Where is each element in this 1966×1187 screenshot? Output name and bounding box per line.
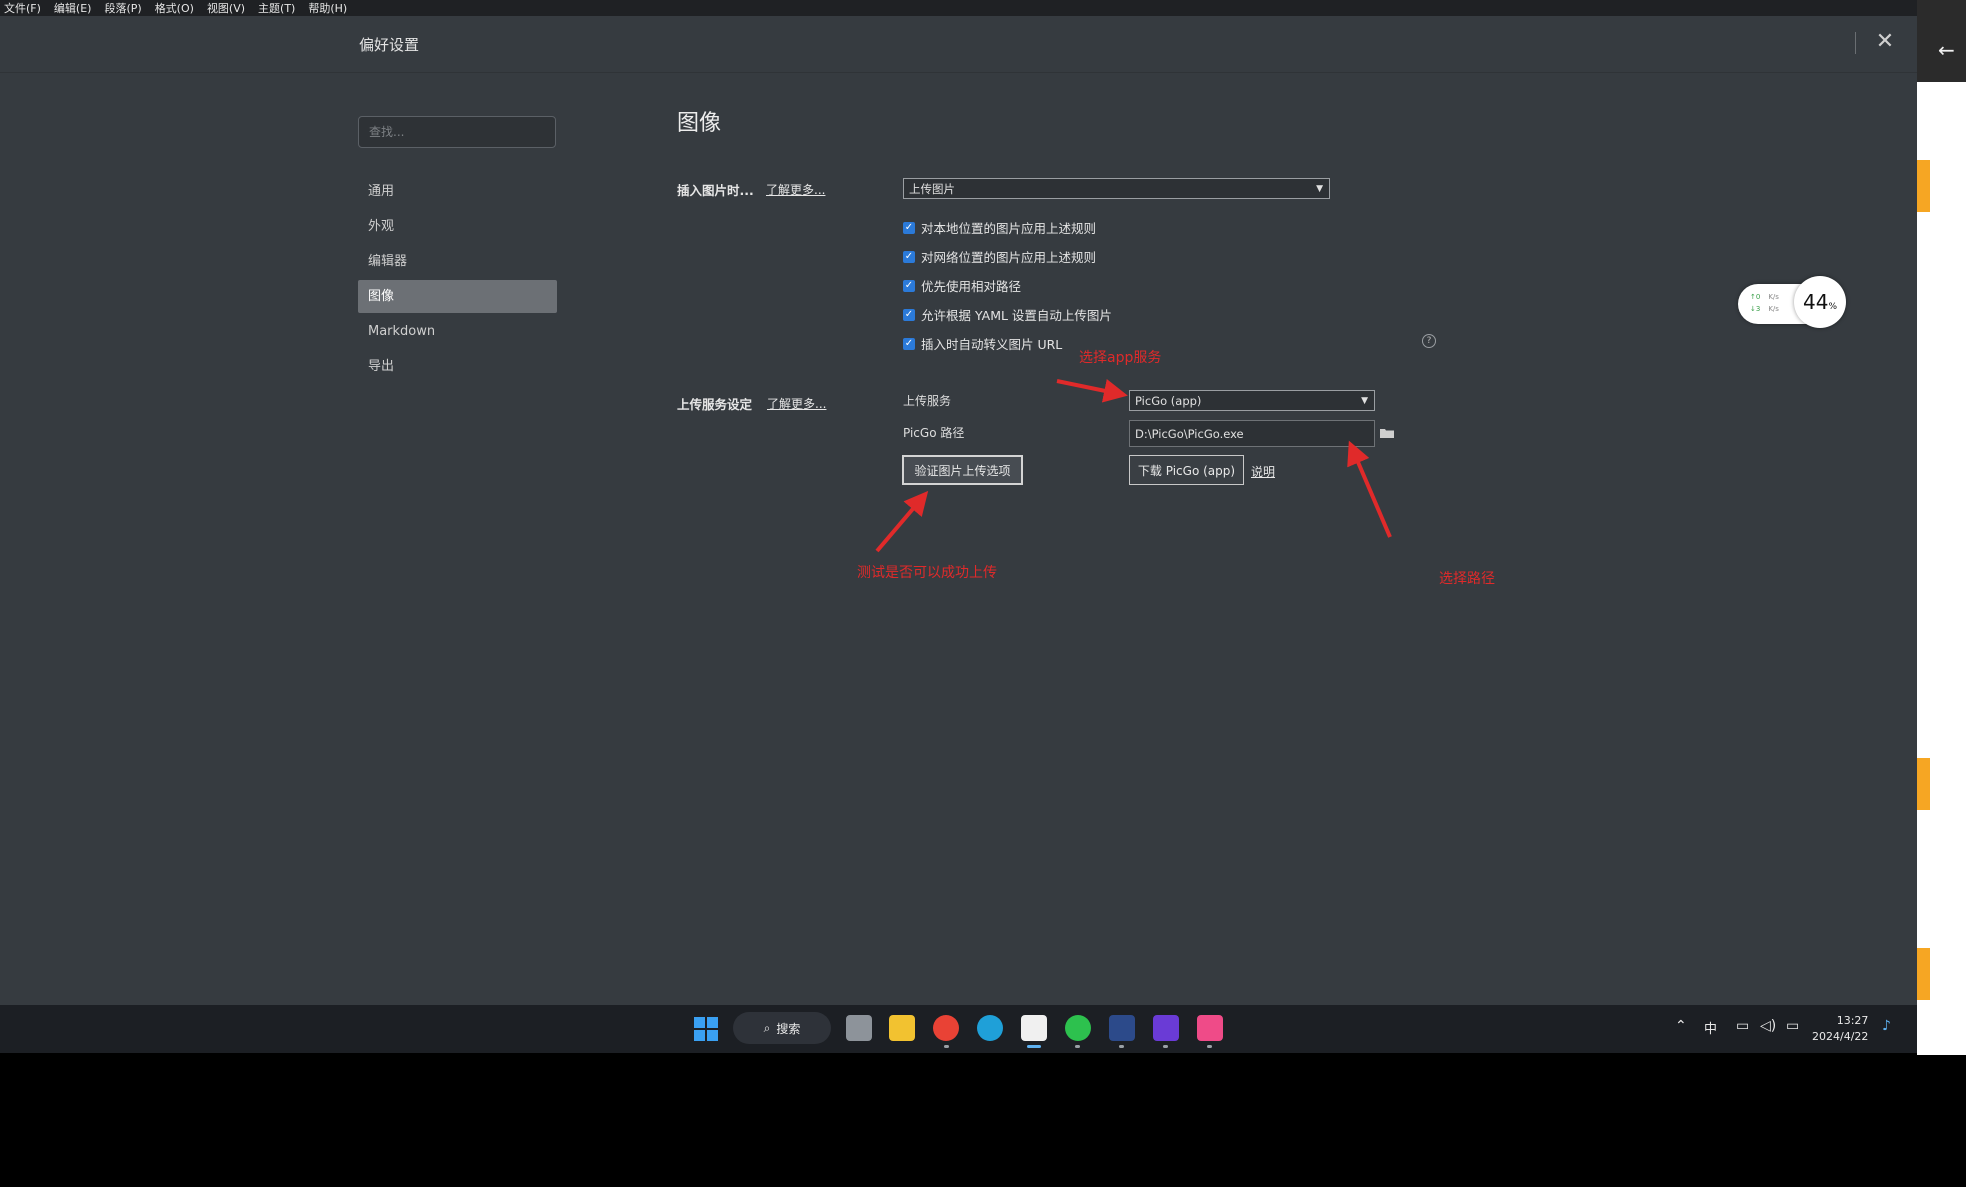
checkbox-local-images[interactable]: ✓ 对本地位置的图片应用上述规则 <box>903 218 1096 237</box>
running-indicator <box>1119 1045 1124 1048</box>
close-icon[interactable]: ✕ <box>1871 28 1899 56</box>
network-up-readout: ↑0 K/s <box>1750 293 1779 301</box>
orange-tab <box>1917 160 1930 212</box>
menu-theme[interactable]: 主题(T) <box>258 0 295 16</box>
checkbox-relative-path[interactable]: ✓ 优先使用相对路径 <box>903 276 1021 295</box>
sidebar-item-appearance[interactable]: 外观 <box>358 210 557 243</box>
task-view-icon[interactable] <box>846 1015 872 1041</box>
windows-start-icon[interactable] <box>694 1017 718 1041</box>
network-down-readout: ↓3 K/s <box>1750 305 1779 313</box>
picgo-path-value: D:\PicGo\PicGo.exe <box>1135 426 1244 441</box>
cpu-usage-gauge: 44% <box>1794 276 1846 328</box>
insert-image-label: 插入图片时... <box>677 183 754 198</box>
sidebar-item-general[interactable]: 通用 <box>358 175 557 208</box>
checkbox-escape-url[interactable]: ✓ 插入时自动转义图片 URL <box>903 334 1062 353</box>
taskbar-search-label: 搜索 <box>776 1021 801 1036</box>
ime-indicator[interactable]: 中 <box>1704 1018 1717 1037</box>
menu-format[interactable]: 格式(O) <box>155 0 194 16</box>
insert-learn-more-link[interactable]: 了解更多... <box>766 181 825 198</box>
app-icon[interactable] <box>1109 1015 1135 1041</box>
browser-panel <box>1917 0 1966 1055</box>
preferences-window: 偏好设置 ✕ <box>0 16 1917 1005</box>
sidebar-item-export[interactable]: 导出 <box>358 350 557 383</box>
checkbox-checked-icon[interactable]: ✓ <box>903 250 915 263</box>
sidebar-nav: 通用 外观 编辑器 图像 Markdown 导出 <box>358 175 557 385</box>
bell-icon[interactable]: ♪ <box>1882 1018 1891 1034</box>
header-divider <box>1855 32 1856 54</box>
checkbox-label: 对网络位置的图片应用上述规则 <box>921 250 1097 265</box>
download-picgo-button[interactable]: 下载 PicGo (app) <box>1129 455 1244 485</box>
running-indicator <box>944 1045 949 1048</box>
menu-paragraph[interactable]: 段落(P) <box>104 0 141 16</box>
typora-icon[interactable] <box>1021 1015 1047 1041</box>
annotation-select-path: 选择路径 <box>1439 571 1495 587</box>
sidebar-item-markdown[interactable]: Markdown <box>358 315 557 348</box>
picgo-path-label: PicGo 路径 <box>903 426 965 440</box>
clock-time: 13:27 <box>1836 1014 1869 1027</box>
search-icon: ⌕ <box>763 1020 771 1035</box>
upload-service-label: 上传服务 <box>903 394 952 408</box>
search-input[interactable] <box>358 116 556 148</box>
chevron-up-icon[interactable]: ⌃ <box>1675 1018 1687 1034</box>
menu-help[interactable]: 帮助(H) <box>308 0 347 16</box>
menu-file[interactable]: 文件(F) <box>4 0 41 16</box>
orange-tab <box>1917 758 1930 810</box>
upload-learn-more-link[interactable]: 了解更多... <box>767 395 826 412</box>
checkbox-label: 插入时自动转义图片 URL <box>921 337 1063 352</box>
wechat-icon[interactable] <box>1065 1015 1091 1041</box>
checkbox-label: 对本地位置的图片应用上述规则 <box>921 221 1097 236</box>
instructions-link[interactable]: 说明 <box>1251 463 1275 480</box>
menu-edit[interactable]: 编辑(E) <box>54 0 92 16</box>
bilibili-icon[interactable] <box>1197 1015 1223 1041</box>
checkbox-label: 允许根据 YAML 设置自动上传图片 <box>921 308 1112 323</box>
chrome-icon[interactable] <box>933 1015 959 1041</box>
upload-service-select[interactable]: PicGo (app) ▼ <box>1129 390 1375 411</box>
preferences-header: 偏好设置 ✕ <box>0 16 1917 73</box>
volume-icon[interactable]: ◁) <box>1760 1018 1776 1034</box>
running-indicator <box>1207 1045 1212 1048</box>
insert-action-value: 上传图片 <box>909 181 955 196</box>
star-app-icon[interactable] <box>1153 1015 1179 1041</box>
clock-date: 2024/4/22 <box>1812 1030 1869 1043</box>
insert-action-select[interactable]: 上传图片 ▼ <box>903 178 1330 199</box>
annotation-test-upload: 测试是否可以成功上传 <box>857 565 997 581</box>
chevron-down-icon: ▼ <box>1316 183 1323 194</box>
verify-upload-button[interactable]: 验证图片上传选项 <box>902 455 1023 485</box>
active-indicator <box>1027 1045 1041 1048</box>
checkbox-checked-icon[interactable]: ✓ <box>903 337 915 350</box>
chevron-down-icon: ▼ <box>1361 395 1368 406</box>
annotation-select-app: 选择app服务 <box>1079 350 1162 366</box>
help-icon[interactable]: ? <box>1422 334 1436 348</box>
picgo-path-input[interactable]: D:\PicGo\PicGo.exe <box>1129 420 1375 447</box>
checkbox-checked-icon[interactable]: ✓ <box>903 308 915 321</box>
checkbox-network-images[interactable]: ✓ 对网络位置的图片应用上述规则 <box>903 247 1096 266</box>
section-title: 图像 <box>677 111 722 136</box>
checkbox-yaml-upload[interactable]: ✓ 允许根据 YAML 设置自动上传图片 <box>903 305 1112 324</box>
running-indicator <box>1075 1045 1080 1048</box>
network-icon[interactable]: ▭ <box>1736 1018 1749 1034</box>
checkbox-label: 优先使用相对路径 <box>921 279 1022 294</box>
sidebar-item-editor[interactable]: 编辑器 <box>358 245 557 278</box>
menubar: 文件(F) 编辑(E) 段落(P) 格式(O) 视图(V) 主题(T) 帮助(H… <box>0 0 1920 16</box>
taskbar-clock[interactable]: 13:27 2024/4/22 <box>1812 1013 1868 1045</box>
back-arrow-icon[interactable]: ← <box>1938 38 1955 62</box>
sidebar-item-image[interactable]: 图像 <box>358 280 557 313</box>
edge-icon[interactable] <box>977 1015 1003 1041</box>
upload-service-value: PicGo (app) <box>1135 393 1202 408</box>
menu-view[interactable]: 视图(V) <box>207 0 245 16</box>
taskbar-search[interactable]: ⌕ 搜索 <box>733 1012 831 1044</box>
battery-icon[interactable]: ▭ <box>1786 1018 1799 1034</box>
file-explorer-icon[interactable] <box>889 1015 915 1041</box>
folder-icon[interactable] <box>1380 428 1394 438</box>
upload-settings-label: 上传服务设定 <box>677 397 753 412</box>
checkbox-checked-icon[interactable]: ✓ <box>903 221 915 234</box>
orange-tab <box>1917 948 1930 1000</box>
page-title: 偏好设置 <box>359 36 420 54</box>
running-indicator <box>1163 1045 1168 1048</box>
checkbox-checked-icon[interactable]: ✓ <box>903 279 915 292</box>
